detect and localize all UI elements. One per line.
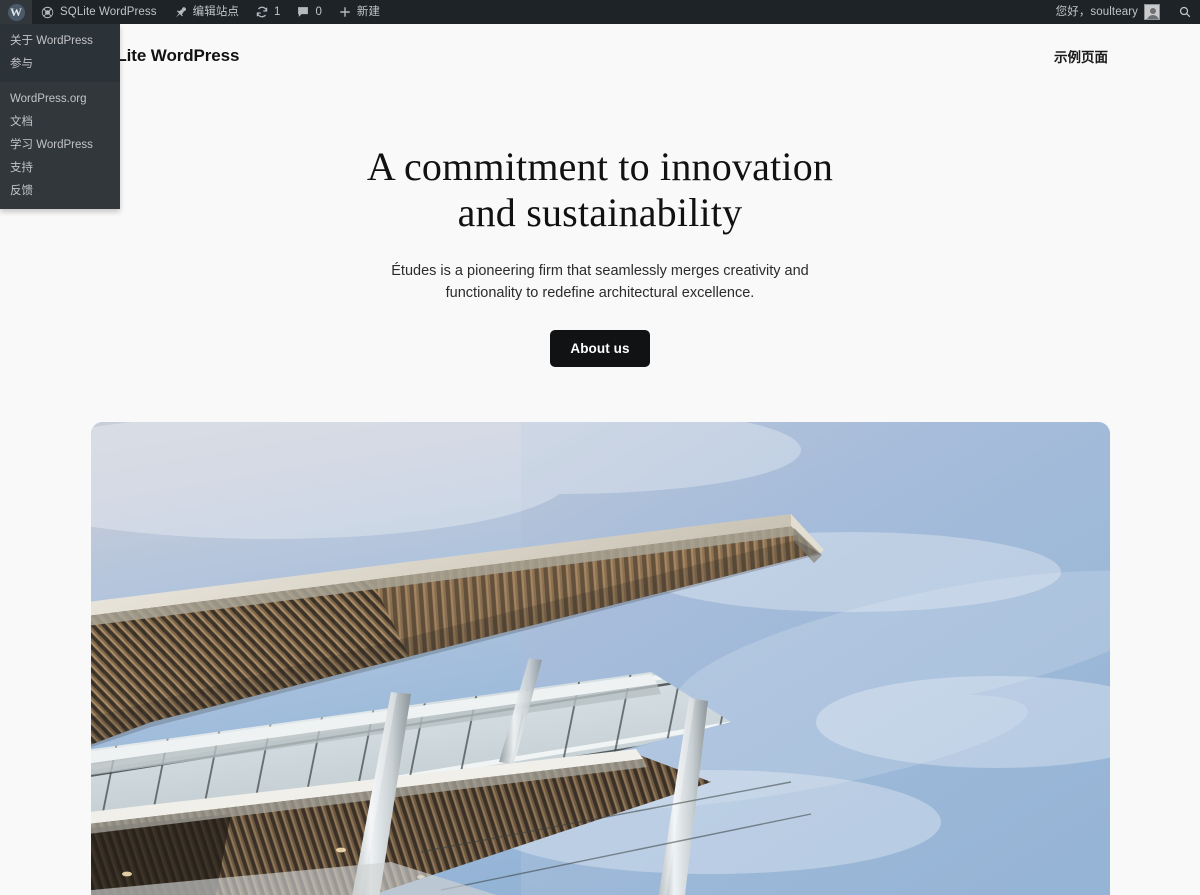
- pin-icon: [173, 5, 188, 20]
- hero-image: [90, 422, 1110, 895]
- menu-item-learn-wordpress[interactable]: 学习 WordPress: [0, 134, 120, 157]
- comment-bubble-icon: [296, 5, 310, 19]
- hero-heading-line-2: and sustainability: [457, 190, 743, 236]
- update-icon: [255, 5, 269, 19]
- wordpress-logo-menu-button[interactable]: W: [0, 0, 32, 24]
- updates-button[interactable]: 1: [247, 0, 288, 24]
- howdy-label: 您好，soulteary: [1055, 6, 1138, 18]
- hero-subtitle: Études is a pioneering firm that seamles…: [391, 262, 809, 301]
- hero-cta-row: About us: [0, 330, 1200, 368]
- wordpress-logo-icon: W: [7, 3, 25, 21]
- hero-section: A commitment to innovation and sustainab…: [0, 72, 1200, 895]
- dashboard-icon: [40, 5, 55, 20]
- menu-item-feedback[interactable]: 反馈: [0, 180, 120, 203]
- edit-site-button[interactable]: 编辑站点: [165, 0, 247, 24]
- admin-bar-right-group: 您好，soulteary: [1048, 0, 1200, 24]
- site-header: SQLite WordPress 示例页面: [0, 24, 1200, 72]
- updates-count: 1: [274, 6, 281, 18]
- site-content-area: SQLite WordPress 示例页面 A commitment to in…: [0, 24, 1200, 895]
- wp-menu-secondary-group: WordPress.org 文档 学习 WordPress 支持 反馈: [0, 82, 120, 209]
- menu-item-wordpress-org[interactable]: WordPress.org: [0, 88, 120, 111]
- nav-link-sample-page[interactable]: 示例页面: [1054, 46, 1108, 66]
- wp-menu-primary-group: 关于 WordPress 参与: [0, 24, 120, 82]
- hero-heading: A commitment to innovation and sustainab…: [290, 144, 910, 237]
- hero-image-illustration: [90, 422, 1110, 895]
- comments-button[interactable]: 0: [288, 0, 329, 24]
- my-account-menu[interactable]: 您好，soulteary: [1048, 0, 1170, 24]
- search-icon: [1178, 5, 1192, 19]
- search-button[interactable]: [1170, 0, 1200, 24]
- primary-navigation: 示例页面: [1054, 46, 1108, 66]
- menu-item-documentation[interactable]: 文档: [0, 111, 120, 134]
- site-name-menu[interactable]: SQLite WordPress: [32, 0, 165, 24]
- admin-bar-left-group: W SQLite WordPress 编辑站点 1 0 新建: [0, 0, 388, 24]
- site-name-label: SQLite WordPress: [60, 6, 157, 18]
- edit-site-label: 编辑站点: [192, 6, 240, 18]
- wp-admin-bar: W SQLite WordPress 编辑站点 1 0 新建 您好，soulte…: [0, 0, 1200, 24]
- menu-item-about-wordpress[interactable]: 关于 WordPress: [0, 30, 120, 53]
- menu-item-support[interactable]: 支持: [0, 157, 120, 180]
- plus-icon: [338, 5, 352, 19]
- menu-item-get-involved[interactable]: 参与: [0, 53, 120, 76]
- new-content-label: 新建: [356, 6, 381, 18]
- user-avatar: [1144, 4, 1160, 20]
- new-content-button[interactable]: 新建: [330, 0, 388, 24]
- wordpress-logo-dropdown-menu: 关于 WordPress 参与 WordPress.org 文档 学习 Word…: [0, 24, 120, 209]
- about-us-button[interactable]: About us: [550, 330, 650, 368]
- comments-count: 0: [315, 6, 322, 18]
- hero-heading-line-1: A commitment to innovation: [366, 144, 834, 189]
